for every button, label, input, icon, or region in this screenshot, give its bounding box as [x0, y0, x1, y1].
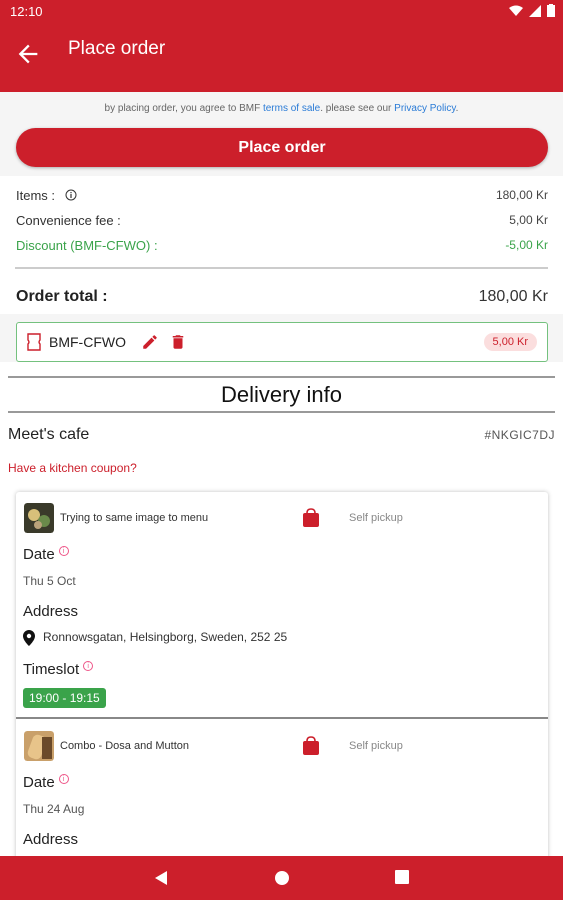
coupon-amount-badge: 5,00 Kr: [483, 333, 537, 351]
discount-label: Discount (BMF-CFWO) :: [16, 238, 158, 253]
agreement-text: by placing order, you agree to BMF terms…: [0, 103, 563, 114]
agreement-suffix: .: [455, 103, 459, 114]
status-icons: [509, 4, 555, 17]
applied-coupon: BMF-CFWO 5,00 Kr: [16, 322, 548, 362]
edit-icon[interactable]: [141, 333, 159, 351]
info-icon[interactable]: [65, 189, 77, 201]
item-thumbnail[interactable]: [24, 503, 54, 533]
timeslot-label: Timeslot i: [23, 661, 94, 678]
summary-divider: [15, 267, 548, 269]
pickup-type: Self pickup: [349, 740, 403, 752]
content-area[interactable]: by placing order, you agree to BMF terms…: [0, 92, 563, 856]
date-value: Thu 5 Oct: [23, 574, 76, 588]
items-label: Items :: [16, 188, 56, 203]
place-order-button[interactable]: Place order: [16, 128, 548, 167]
coupon-code: BMF-CFWO: [49, 334, 126, 350]
nav-home-icon[interactable]: [274, 870, 290, 886]
address-label: Address: [23, 603, 79, 620]
discount-value: -5,00 Kr: [505, 238, 548, 252]
back-arrow-icon[interactable]: [14, 40, 42, 68]
fee-label: Convenience fee :: [16, 213, 121, 228]
status-bar: 12:10: [0, 0, 563, 24]
items-value: 180,00 Kr: [495, 188, 548, 202]
ticket-icon: [27, 333, 41, 351]
agreement-section: by placing order, you agree to BMF terms…: [0, 92, 563, 176]
fee-row: Convenience fee : 5,00 Kr: [16, 213, 548, 228]
order-total-row: Order total : 180,00 Kr: [16, 288, 548, 306]
delivery-bottom-divider: [8, 411, 555, 413]
info-icon[interactable]: i: [83, 661, 94, 671]
privacy-policy-link[interactable]: Privacy Policy: [394, 103, 456, 114]
item-separator: [16, 717, 548, 719]
address-value: Ronnowsgatan, Helsingborg, Sweden, 252 2…: [43, 630, 288, 645]
page-title: Place order: [68, 38, 166, 59]
cafe-code: #NKGIC7DJ: [484, 428, 555, 442]
agreement-prefix: by placing order, you agree to BMF: [104, 103, 263, 114]
order-total-value: 180,00 Kr: [478, 288, 548, 305]
date-value: Thu 24 Aug: [23, 802, 85, 816]
terms-of-sale-link[interactable]: terms of sale: [263, 103, 320, 114]
nav-recents-icon[interactable]: [395, 870, 409, 884]
pickup-type: Self pickup: [349, 512, 403, 524]
date-label-text: Date: [23, 774, 55, 791]
coupon-section: BMF-CFWO 5,00 Kr: [0, 314, 563, 362]
delivery-items-card: Trying to same image to menu Self pickup…: [16, 492, 548, 856]
info-icon[interactable]: i: [58, 546, 69, 556]
location-pin-icon: [23, 630, 35, 646]
delivery-top-divider: [8, 376, 555, 378]
timeslot-chip[interactable]: 19:00 - 19:15: [23, 688, 106, 708]
item-thumbnail[interactable]: [24, 731, 54, 761]
nav-back-icon[interactable]: [154, 870, 168, 886]
cafe-name: Meet's cafe: [8, 426, 90, 443]
date-label: Date i: [23, 546, 69, 563]
signal-icon: [529, 4, 541, 17]
agreement-middle: . please see our: [320, 103, 395, 114]
timeslot-label-text: Timeslot: [23, 661, 80, 678]
order-total-label: Order total :: [16, 288, 108, 305]
bag-icon: [303, 508, 319, 527]
item-name: Trying to same image to menu: [60, 512, 209, 524]
items-row: Items : 180,00 Kr: [16, 188, 548, 203]
battery-icon: [547, 4, 555, 17]
wifi-icon: [509, 5, 523, 16]
address-label: Address: [23, 831, 79, 848]
status-time: 12:10: [10, 4, 43, 19]
discount-row: Discount (BMF-CFWO) : -5,00 Kr: [16, 238, 548, 253]
delivery-info-title: Delivery info: [220, 382, 343, 407]
app-bar: Place order: [0, 24, 563, 92]
kitchen-coupon-link[interactable]: Have a kitchen coupon?: [8, 461, 137, 475]
date-label-text: Date: [23, 546, 55, 563]
item-name: Combo - Dosa and Mutton: [60, 740, 190, 752]
info-icon[interactable]: i: [58, 774, 69, 784]
address-row: Ronnowsgatan, Helsingborg, Sweden, 252 2…: [23, 630, 287, 646]
trash-icon[interactable]: [169, 333, 187, 351]
fee-value: 5,00 Kr: [509, 213, 548, 227]
bag-icon: [303, 736, 319, 755]
system-nav-bar: [0, 856, 563, 900]
date-label: Date i: [23, 774, 69, 791]
